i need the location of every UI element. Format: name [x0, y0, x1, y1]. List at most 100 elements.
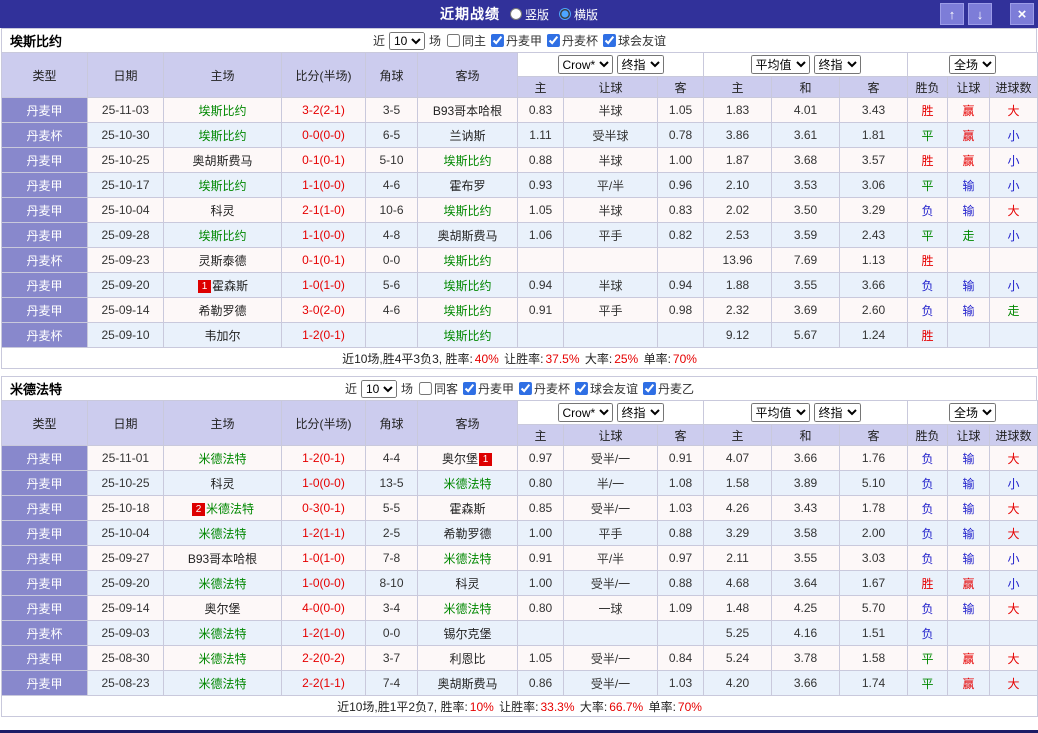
close-button[interactable]: × — [1010, 3, 1034, 25]
away-team: 埃斯比约 — [417, 297, 518, 323]
league-checkbox-3-input[interactable] — [643, 382, 657, 395]
col-header: 角球 — [365, 400, 418, 446]
layout-radio-horizontal-input[interactable] — [559, 8, 571, 20]
league-checkbox-2[interactable]: 球会友谊 — [575, 380, 638, 397]
league-checkbox-1-input[interactable] — [519, 382, 533, 395]
games-label: 场 — [428, 34, 441, 48]
col-header: 类型 — [1, 52, 88, 98]
league-checkbox-0-input[interactable] — [462, 382, 476, 395]
europe-time-select[interactable]: 终指 — [813, 55, 861, 74]
match-count-select[interactable]: 10 — [388, 31, 425, 50]
europe-home-odds: 4.26 — [703, 495, 773, 521]
same-venue-checkbox[interactable]: 同客 — [418, 380, 458, 397]
asia-time-select[interactable]: 终指 — [616, 55, 664, 74]
match-date: 25-10-18 — [87, 495, 164, 521]
result: 胜 — [907, 322, 949, 348]
europe-away-odds: 3.06 — [839, 172, 909, 198]
col-header: 主 — [517, 76, 564, 98]
results-table: 类型 日期 主场 比分(半场) 角球 客场 Crow* 终指 平均值 终指 全场主让球客主和客胜负让… — [0, 400, 1038, 717]
corner-score: 7-4 — [365, 670, 418, 696]
europe-draw-odds: 4.16 — [771, 620, 841, 646]
league-checkbox-1[interactable]: 丹麦杯 — [547, 32, 598, 49]
match-date: 25-10-04 — [87, 520, 164, 546]
europe-avg-select[interactable]: 平均值 — [750, 55, 810, 74]
away-team-name: 埃斯比约 — [443, 253, 492, 268]
summary-text: 近10场,胜1平2负7, 胜率: — [337, 699, 468, 714]
league-type: 丹麦甲 — [1, 97, 88, 123]
europe-avg-select[interactable]: 平均值 — [750, 403, 810, 422]
asia-handicap: 受半/一 — [563, 645, 658, 671]
league-checkbox-3[interactable]: 丹麦乙 — [643, 380, 694, 397]
layout-radio-vertical[interactable]: 竖版 — [509, 6, 549, 23]
goals-result — [989, 322, 1038, 348]
same-venue-checkbox-input[interactable] — [418, 382, 432, 395]
league-type: 丹麦甲 — [1, 470, 88, 496]
europe-away-odds: 3.43 — [839, 97, 909, 123]
asia-time-select[interactable]: 终指 — [616, 403, 664, 422]
col-header: 客场 — [417, 52, 518, 98]
home-team: B93哥本哈根 — [163, 545, 282, 571]
match-date: 25-10-30 — [87, 122, 164, 148]
asia-away-odds: 0.96 — [656, 172, 705, 198]
home-team-name: 奥尔堡 — [204, 601, 241, 616]
league-checkbox-2-input[interactable] — [575, 382, 589, 395]
league-checkbox-2-input[interactable] — [603, 34, 617, 47]
league-checkbox-0[interactable]: 丹麦甲 — [462, 380, 514, 397]
asia-home-odds — [517, 322, 564, 348]
home-team-name: 霍森斯 — [211, 278, 248, 293]
handicap-result: 输 — [947, 520, 991, 546]
asia-handicap: 平手 — [563, 520, 658, 546]
score: 0-1(0-1) — [281, 247, 366, 273]
home-team: 埃斯比约 — [163, 222, 282, 248]
result: 负 — [907, 445, 949, 471]
period-select[interactable]: 全场 — [949, 403, 997, 422]
away-team-name: 兰讷斯 — [449, 128, 486, 143]
col-header: 进球数 — [989, 76, 1038, 98]
league-checkbox-2-label: 球会友谊 — [618, 34, 667, 48]
away-team-name: 霍布罗 — [449, 178, 486, 193]
same-venue-checkbox-input[interactable] — [446, 34, 460, 47]
match-count-select[interactable]: 10 — [360, 379, 397, 398]
league-checkbox-0[interactable]: 丹麦甲 — [491, 32, 542, 49]
away-team: 埃斯比约 — [417, 247, 518, 273]
asia-handicap: 半球 — [563, 197, 658, 223]
away-team-name: 奥胡斯费马 — [437, 676, 498, 691]
league-type: 丹麦甲 — [1, 570, 88, 596]
asia-away-odds: 1.03 — [656, 670, 705, 696]
summary-text: 70% — [677, 699, 702, 714]
home-team-name: 韦加尔 — [204, 328, 241, 343]
up-arrow-icon: ↑ — [948, 6, 956, 22]
corner-score: 5-10 — [365, 147, 418, 173]
result: 负 — [907, 297, 949, 323]
goals-result: 小 — [989, 470, 1038, 496]
league-checkbox-1-input[interactable] — [547, 34, 561, 47]
scroll-up-button[interactable]: ↑ — [940, 3, 964, 25]
rank-badge: 2 — [191, 502, 205, 516]
match-date: 25-10-17 — [87, 172, 164, 198]
layout-radio-vertical-input[interactable] — [509, 8, 522, 20]
league-type: 丹麦甲 — [1, 495, 88, 521]
match-row: 丹麦甲 25-09-14 希勒罗德 3-0(2-0) 4-6 埃斯比约 0.91 平手 0.98… — [1, 297, 1038, 323]
league-checkbox-2[interactable]: 球会友谊 — [603, 32, 666, 49]
away-team-name: 希勒罗德 — [443, 526, 492, 541]
europe-home-odds: 5.25 — [703, 620, 773, 646]
away-team: 霍布罗 — [417, 172, 518, 198]
league-checkbox-0-input[interactable] — [491, 34, 504, 47]
layout-radio-horizontal[interactable]: 横版 — [559, 6, 598, 23]
score: 1-0(1-0) — [281, 545, 366, 571]
asia-home-odds: 0.97 — [517, 445, 564, 471]
europe-time-select[interactable]: 终指 — [813, 403, 861, 422]
europe-draw-odds: 4.01 — [771, 97, 841, 123]
match-date: 25-09-14 — [87, 297, 164, 323]
odds-source-select[interactable]: Crow* — [557, 55, 613, 74]
scroll-down-button[interactable]: ↓ — [968, 3, 992, 25]
asia-away-odds: 0.88 — [656, 520, 705, 546]
home-team-name: 米德法特 — [198, 526, 247, 541]
odds-source-select[interactable]: Crow* — [557, 403, 613, 422]
match-date: 25-09-20 — [87, 570, 164, 596]
same-venue-checkbox[interactable]: 同主 — [446, 32, 486, 49]
league-checkbox-1[interactable]: 丹麦杯 — [519, 380, 570, 397]
asia-away-odds — [656, 620, 705, 646]
period-select[interactable]: 全场 — [949, 55, 997, 74]
match-row: 丹麦甲 25-09-20 米德法特 1-0(0-0) 8-10 科灵 1.00 受半/一 0.8… — [1, 570, 1038, 596]
